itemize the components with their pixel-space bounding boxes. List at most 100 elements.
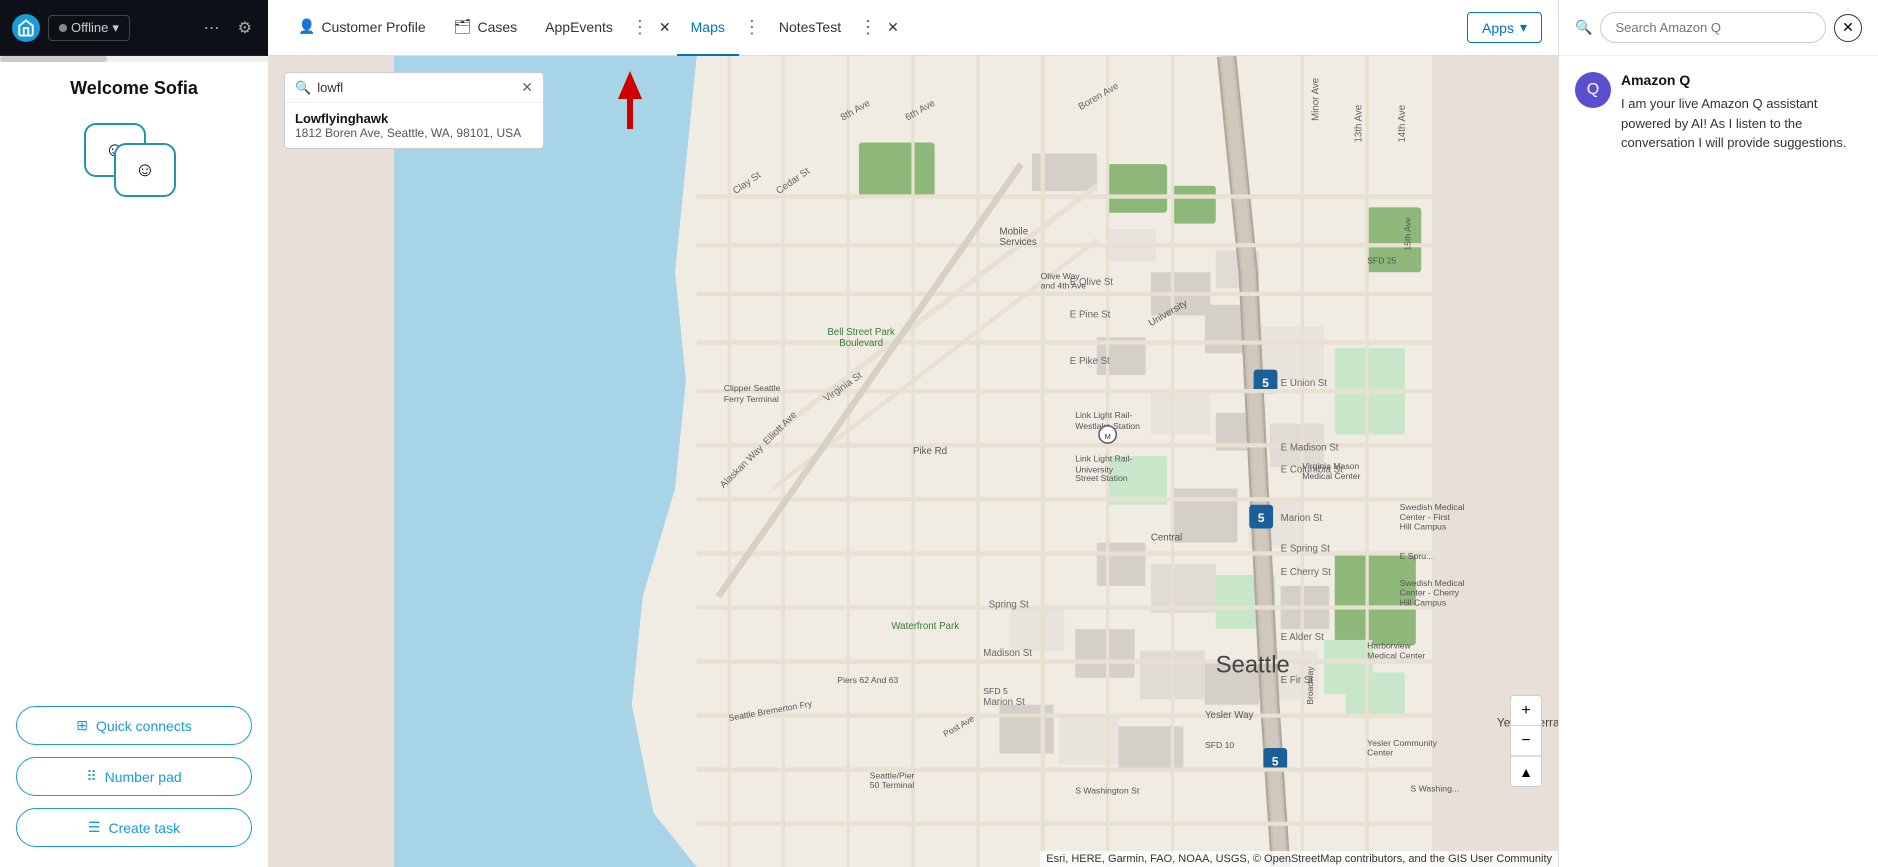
svg-text:SFD 25: SFD 25 bbox=[1367, 256, 1396, 266]
notestest-close-button[interactable]: ✕ bbox=[881, 19, 905, 36]
chevron-down-icon: ▾ bbox=[112, 20, 119, 36]
apps-button[interactable]: Apps ▾ bbox=[1467, 12, 1542, 43]
svg-text:and 4th Ave: and 4th Ave bbox=[1041, 280, 1087, 290]
chat-illustration: ☺ ☺ bbox=[84, 123, 184, 203]
arrow-shaft bbox=[627, 99, 633, 129]
maps-more-icon[interactable]: ⋮ bbox=[739, 17, 765, 38]
tab-label-customer-profile: Customer Profile bbox=[321, 19, 425, 35]
number-pad-icon: ⠿ bbox=[86, 768, 96, 785]
svg-text:14th Ave: 14th Ave bbox=[1397, 105, 1408, 143]
create-task-button[interactable]: ☰ Create task bbox=[16, 808, 252, 847]
amazon-q-search-bar: 🔍 ✕ bbox=[1559, 0, 1878, 56]
appevents-more-icon[interactable]: ⋮ bbox=[627, 17, 653, 38]
map-search-result[interactable]: Lowflyinghawk 1812 Boren Ave, Seattle, W… bbox=[285, 102, 543, 148]
apps-chevron-icon: ▾ bbox=[1520, 19, 1527, 36]
map-attribution: Esri, HERE, Garmin, FAO, NOAA, USGS, © O… bbox=[1040, 851, 1558, 867]
top-bar: Offline ▾ ⋯ ⚙ bbox=[0, 0, 268, 56]
compass-button[interactable]: ▲ bbox=[1511, 756, 1541, 786]
map-location-arrow bbox=[618, 71, 642, 129]
quick-connects-icon: ⊞ bbox=[76, 717, 88, 734]
number-pad-label: Number pad bbox=[105, 769, 182, 785]
svg-text:5: 5 bbox=[1258, 511, 1265, 525]
svg-text:Hill Campus: Hill Campus bbox=[1400, 597, 1447, 607]
svg-text:Piers 62 And 63: Piers 62 And 63 bbox=[837, 675, 898, 685]
apps-label: Apps bbox=[1482, 20, 1514, 36]
tab-label-maps: Maps bbox=[691, 19, 725, 35]
map-container[interactable]: 5 5 5 bbox=[268, 56, 1558, 867]
svg-text:SFD 10: SFD 10 bbox=[1205, 740, 1234, 750]
amazon-q-search-input[interactable] bbox=[1600, 12, 1826, 43]
appevents-close-button[interactable]: ✕ bbox=[653, 19, 677, 36]
svg-text:Medical Center: Medical Center bbox=[1302, 471, 1360, 481]
sidebar-main-content: Welcome Sofia ☺ ☺ ⊞ Quick connects ⠿ Num… bbox=[0, 62, 268, 867]
quick-connects-label: Quick connects bbox=[96, 718, 192, 734]
create-task-label: Create task bbox=[108, 820, 180, 836]
amazon-q-logo: Q bbox=[1587, 81, 1599, 99]
settings-button[interactable]: ⚙ bbox=[234, 14, 256, 42]
svg-text:Olive Way: Olive Way bbox=[1041, 271, 1081, 281]
tab-bar: 👤 Customer Profile 🗂 Cases AppEvents ⋮ ✕… bbox=[268, 0, 1558, 56]
tab-customer-profile[interactable]: 👤 Customer Profile bbox=[284, 0, 440, 56]
svg-text:Yesler Way: Yesler Way bbox=[1205, 710, 1254, 721]
tab-maps[interactable]: Maps bbox=[677, 0, 739, 56]
amazon-q-title: Amazon Q bbox=[1621, 72, 1862, 88]
close-panel-button[interactable]: ✕ bbox=[1834, 14, 1862, 42]
offline-status-button[interactable]: Offline ▾ bbox=[48, 15, 130, 41]
amazon-q-avatar: Q bbox=[1575, 72, 1611, 108]
result-name: Lowflyinghawk bbox=[295, 111, 533, 126]
svg-text:E Spru...: E Spru... bbox=[1400, 551, 1434, 561]
svg-text:S Washing...: S Washing... bbox=[1410, 783, 1459, 793]
svg-text:Center: Center bbox=[1367, 748, 1393, 758]
svg-text:Harborview: Harborview bbox=[1367, 641, 1411, 651]
zoom-in-button[interactable]: + bbox=[1511, 696, 1541, 726]
svg-text:Yesler Community: Yesler Community bbox=[1367, 738, 1437, 748]
svg-text:Hill Campus: Hill Campus bbox=[1400, 522, 1447, 532]
map-search-input[interactable] bbox=[317, 80, 515, 95]
tab-notestest[interactable]: NotesTest bbox=[765, 0, 855, 56]
svg-text:Waterfront Park: Waterfront Park bbox=[891, 621, 959, 632]
search-icon: 🔍 bbox=[1575, 19, 1592, 36]
amazon-q-message: Q Amazon Q I am your live Amazon Q assis… bbox=[1559, 56, 1878, 169]
svg-text:Pike Rd: Pike Rd bbox=[913, 446, 947, 457]
svg-text:Boulevard: Boulevard bbox=[839, 338, 883, 349]
map-search-clear-button[interactable]: ✕ bbox=[521, 79, 533, 96]
number-pad-button[interactable]: ⠿ Number pad bbox=[16, 757, 252, 796]
tab-label-appevents: AppEvents bbox=[545, 19, 613, 35]
tab-cases[interactable]: 🗂 Cases bbox=[440, 0, 531, 56]
quick-connects-button[interactable]: ⊞ Quick connects bbox=[16, 706, 252, 745]
svg-text:Swedish Medical: Swedish Medical bbox=[1400, 578, 1465, 588]
svg-text:5: 5 bbox=[1262, 376, 1269, 390]
amazon-q-text-content: Amazon Q I am your live Amazon Q assista… bbox=[1621, 72, 1862, 153]
svg-text:Clipper Seattle: Clipper Seattle bbox=[724, 383, 781, 393]
svg-text:Center - First: Center - First bbox=[1400, 512, 1451, 522]
chat-bubble-2: ☺ bbox=[114, 143, 176, 197]
zoom-out-button[interactable]: − bbox=[1511, 726, 1541, 756]
svg-text:50 Terminal: 50 Terminal bbox=[870, 780, 915, 790]
map-search-input-row: 🔍 ✕ bbox=[285, 73, 543, 102]
svg-text:Madison St: Madison St bbox=[983, 648, 1032, 659]
more-options-button[interactable]: ⋯ bbox=[200, 14, 224, 42]
left-sidebar: Offline ▾ ⋯ ⚙ Welcome Sofia ☺ ☺ bbox=[0, 0, 268, 867]
status-dot bbox=[59, 24, 67, 32]
svg-text:Central: Central bbox=[1151, 532, 1182, 543]
svg-text:E Union St: E Union St bbox=[1281, 378, 1328, 389]
svg-text:Seattle/Pier: Seattle/Pier bbox=[870, 770, 915, 780]
arrow-head bbox=[618, 71, 642, 99]
svg-text:S Washington St: S Washington St bbox=[1075, 785, 1140, 795]
svg-text:Swedish Medical: Swedish Medical bbox=[1400, 502, 1465, 512]
svg-text:Virginia Mason: Virginia Mason bbox=[1302, 461, 1359, 471]
svg-text:E Madison St: E Madison St bbox=[1281, 443, 1339, 454]
tab-appevents[interactable]: AppEvents bbox=[531, 0, 627, 56]
svg-text:Bell Street Park: Bell Street Park bbox=[827, 327, 895, 338]
svg-text:Ferry Terminal: Ferry Terminal bbox=[724, 394, 779, 404]
search-icon: 🔍 bbox=[295, 80, 311, 96]
map-search-box: 🔍 ✕ Lowflyinghawk 1812 Boren Ave, Seattl… bbox=[284, 72, 544, 149]
status-label: Offline bbox=[71, 20, 108, 35]
main-content: 👤 Customer Profile 🗂 Cases AppEvents ⋮ ✕… bbox=[268, 0, 1558, 867]
customer-profile-icon: 👤 bbox=[298, 18, 315, 35]
notestest-more-icon[interactable]: ⋮ bbox=[855, 17, 881, 38]
svg-text:E Pike St: E Pike St bbox=[1070, 356, 1110, 367]
svg-text:Center - Cherry: Center - Cherry bbox=[1400, 588, 1460, 598]
tab-label-cases: Cases bbox=[477, 19, 517, 35]
logo-icon bbox=[12, 14, 40, 42]
